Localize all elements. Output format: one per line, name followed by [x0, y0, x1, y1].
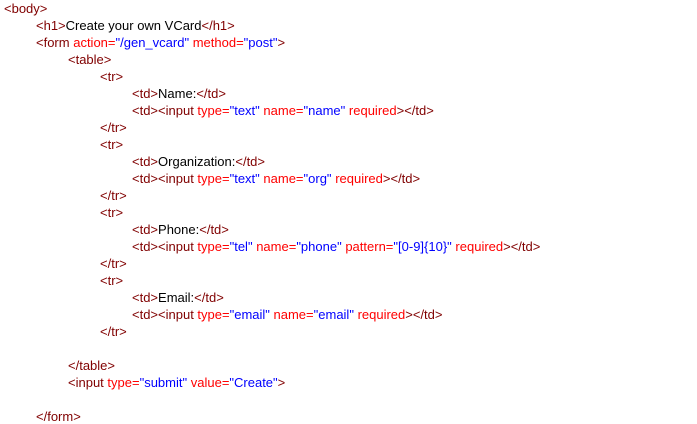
code-token-attr: name= [256, 239, 297, 254]
code-token-tag: > [277, 35, 286, 50]
code-line: <tr> [100, 136, 123, 153]
code-token-tag: </td> [199, 222, 229, 237]
code-token-tag: </td> [235, 154, 265, 169]
code-token-txt: Name: [158, 86, 197, 101]
code-line: </tr> [100, 119, 127, 136]
code-token-val: "post" [243, 35, 278, 50]
code-token-tag: <td><input [132, 103, 198, 118]
code-token-tag: </table> [68, 358, 115, 373]
code-line: <td><input type="email" name="email" req… [132, 306, 443, 323]
code-token-attr: value= [190, 375, 230, 390]
code-token-attr: action= [73, 35, 116, 50]
code-token-txt: Organization: [158, 154, 236, 169]
code-token-tag: </td> [194, 290, 224, 305]
code-token-val: "phone" [296, 239, 342, 254]
code-token-tag: > [277, 375, 286, 390]
code-token-tag: <h1> [36, 18, 66, 33]
code-token-tag: <tr> [100, 137, 124, 152]
code-line: <td><input type="tel" name="phone" patte… [132, 238, 540, 255]
code-line: <h1>Create your own VCard</h1> [36, 17, 235, 34]
code-token-val: "name" [303, 103, 346, 118]
code-line: <td><input type="text" name="org" requir… [132, 170, 420, 187]
code-line: <input type="submit" value="Create"> [68, 374, 285, 391]
code-token-tag: </h1> [201, 18, 235, 33]
code-token-val: "tel" [229, 239, 253, 254]
code-token-tag: ></td> [405, 307, 443, 322]
code-line: <td>Phone:</td> [132, 221, 229, 238]
code-line: <td><input type="text" name="name" requi… [132, 102, 434, 119]
code-line: </form> [36, 408, 81, 424]
code-token-tag: ></td> [382, 171, 421, 186]
code-token-attr: type= [197, 307, 230, 322]
code-token-attr: pattern= [345, 239, 394, 254]
code-token-val: "text" [229, 171, 260, 186]
code-token-tag: </form> [36, 409, 81, 424]
code-line: <td>Organization:</td> [132, 153, 265, 170]
code-token-tag: ></td> [503, 239, 541, 254]
code-token-tag: <td> [132, 290, 159, 305]
code-token-tag: <table> [68, 52, 112, 67]
code-token-val: "Create" [229, 375, 278, 390]
code-token-attr: name= [263, 171, 304, 186]
code-line: </tr> [100, 187, 127, 204]
code-line: <tr> [100, 272, 123, 289]
code-token-attr: type= [197, 103, 230, 118]
code-line: </tr> [100, 255, 127, 272]
code-token-attr: required [455, 239, 504, 254]
code-token-tag: ></td> [396, 103, 434, 118]
code-token-tag: </tr> [100, 256, 127, 271]
code-token-val: "[0-9]{10}" [393, 239, 452, 254]
code-token-val: "submit" [139, 375, 188, 390]
code-token-val: "org" [303, 171, 332, 186]
code-token-tag: </td> [196, 86, 226, 101]
code-token-tag: </tr> [100, 120, 127, 135]
code-token-tag: <form [36, 35, 74, 50]
code-token-attr: method= [192, 35, 244, 50]
code-token-attr: type= [197, 171, 230, 186]
code-token-tag: <tr> [100, 69, 124, 84]
code-token-txt: Phone: [158, 222, 200, 237]
code-token-txt: Create your own VCard [65, 18, 202, 33]
code-token-val: "/gen_vcard" [115, 35, 190, 50]
code-token-tag: <tr> [100, 273, 124, 288]
code-line: <tr> [100, 68, 123, 85]
code-token-attr: type= [197, 239, 230, 254]
code-token-attr: name= [273, 307, 314, 322]
code-token-tag: <td> [132, 86, 159, 101]
code-token-val: "email" [313, 307, 354, 322]
code-token-tag: <td><input [132, 307, 198, 322]
code-line: </tr> [100, 323, 127, 340]
code-token-tag: <tr> [100, 205, 124, 220]
code-token-val: "email" [229, 307, 270, 322]
code-line: <tr> [100, 204, 123, 221]
code-token-txt: Email: [158, 290, 195, 305]
code-token-attr: name= [263, 103, 304, 118]
code-token-tag: <td> [132, 154, 159, 169]
code-token-tag: </tr> [100, 188, 127, 203]
code-line: <table> [68, 51, 111, 68]
code-token-tag: <td> [132, 222, 159, 237]
code-line: <body> [4, 0, 47, 17]
code-token-tag: <td><input [132, 239, 198, 254]
code-line: <td>Name:</td> [132, 85, 226, 102]
code-token-val: "text" [229, 103, 260, 118]
code-line: </table> [68, 357, 115, 374]
code-view: <body> <h1>Create your own VCard</h1> <for… [0, 0, 697, 424]
code-token-tag: <input [68, 375, 108, 390]
code-token-attr: required [348, 103, 397, 118]
code-token-tag: </tr> [100, 324, 127, 339]
code-line: <form action="/gen_vcard" method="post"> [36, 34, 285, 51]
code-token-tag: <td><input [132, 171, 198, 186]
code-token-attr: required [357, 307, 406, 322]
code-token-tag: <body> [4, 1, 48, 16]
code-token-attr: required [335, 171, 383, 186]
code-token-attr: type= [107, 375, 140, 390]
code-line: <td>Email:</td> [132, 289, 224, 306]
